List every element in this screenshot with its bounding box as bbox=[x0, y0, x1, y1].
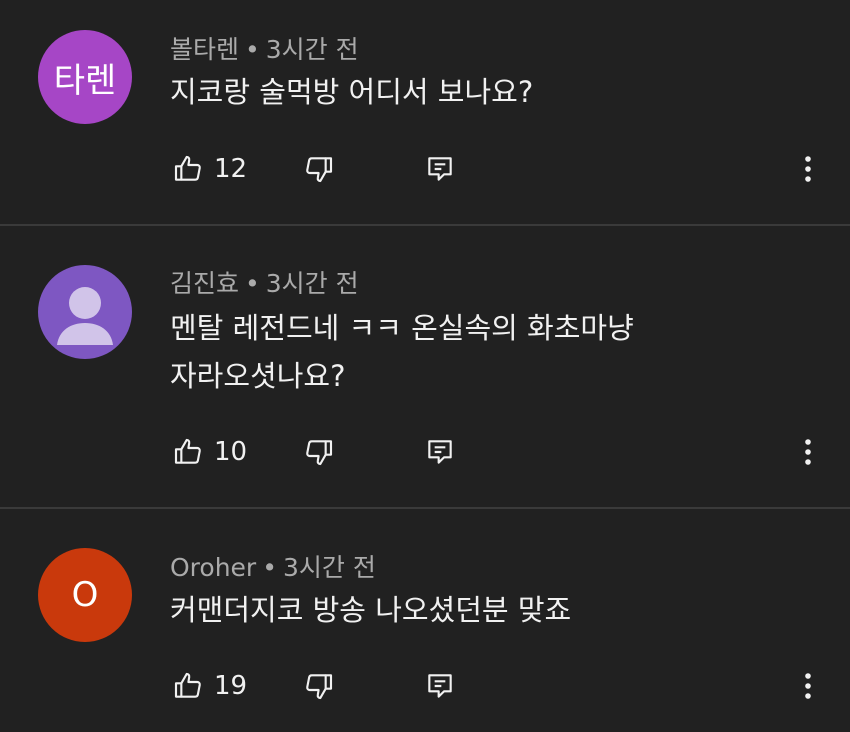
default-user-icon bbox=[38, 265, 132, 359]
separator-dot: • bbox=[245, 35, 260, 64]
comment-meta: Oroher • 3시간 전 bbox=[170, 548, 376, 584]
comment-line: 멘탈 레전드네 ㅋㅋ 온실속의 화초마냥 bbox=[170, 311, 634, 345]
author-name[interactable]: 김진효 bbox=[170, 269, 239, 298]
comment-actions: 12 bbox=[0, 149, 850, 189]
reply-button[interactable] bbox=[424, 666, 456, 706]
reply-button[interactable] bbox=[424, 432, 456, 472]
reply-icon bbox=[424, 436, 456, 468]
like-count: 12 bbox=[214, 154, 248, 184]
comment-actions: 10 bbox=[0, 432, 850, 472]
like-button[interactable]: 12 bbox=[172, 149, 247, 189]
avatar-initials: 타렌 bbox=[53, 60, 117, 101]
reply-button[interactable] bbox=[424, 149, 456, 189]
timestamp: 3시간 전 bbox=[265, 269, 359, 298]
separator-dot: • bbox=[262, 553, 277, 582]
author-name[interactable]: Oroher bbox=[170, 553, 256, 582]
thumbs-up-icon bbox=[172, 670, 204, 702]
avatar[interactable]: O bbox=[38, 548, 132, 642]
comment-text: 지코랑 술먹방 어디서 보나요? bbox=[170, 68, 533, 116]
comment-text: 멘탈 레전드네 ㅋㅋ 온실속의 화초마냥 자라오셧나요? bbox=[170, 304, 634, 400]
like-button[interactable]: 19 bbox=[172, 666, 247, 706]
timestamp: 3시간 전 bbox=[265, 35, 359, 64]
reply-icon bbox=[424, 670, 456, 702]
thumbs-down-icon bbox=[303, 670, 335, 702]
avatar[interactable]: 타렌 bbox=[38, 30, 132, 124]
like-count: 10 bbox=[214, 437, 248, 467]
comment-divider bbox=[0, 507, 850, 509]
comment-actions: 19 bbox=[0, 666, 850, 706]
dislike-button[interactable] bbox=[303, 149, 335, 189]
like-count: 19 bbox=[214, 671, 248, 701]
more-button[interactable] bbox=[798, 432, 818, 472]
separator-dot: • bbox=[245, 269, 260, 298]
more-button[interactable] bbox=[798, 149, 818, 189]
comment-line: 자라오셧나요? bbox=[170, 359, 346, 393]
author-name[interactable]: 볼타렌 bbox=[170, 35, 239, 64]
timestamp: 3시간 전 bbox=[282, 553, 376, 582]
thumbs-up-icon bbox=[172, 436, 204, 468]
comment-divider bbox=[0, 224, 850, 226]
more-button[interactable] bbox=[798, 666, 818, 706]
more-vertical-icon bbox=[798, 436, 818, 468]
comment-line: 지코랑 술먹방 어디서 보나요? bbox=[170, 75, 534, 109]
comment-meta: 김진효 • 3시간 전 bbox=[170, 264, 359, 300]
more-vertical-icon bbox=[798, 670, 818, 702]
comment-meta: 볼타렌 • 3시간 전 bbox=[170, 30, 359, 66]
thumbs-up-icon bbox=[172, 153, 204, 185]
thumbs-down-icon bbox=[303, 153, 335, 185]
dislike-button[interactable] bbox=[303, 432, 335, 472]
like-button[interactable]: 10 bbox=[172, 432, 247, 472]
avatar[interactable] bbox=[38, 265, 132, 359]
comment-line: 커맨더지코 방송 나오셨던분 맞죠 bbox=[170, 593, 572, 627]
thumbs-down-icon bbox=[303, 436, 335, 468]
comment-text: 커맨더지코 방송 나오셨던분 맞죠 bbox=[170, 586, 571, 634]
dislike-button[interactable] bbox=[303, 666, 335, 706]
avatar-initials: O bbox=[71, 575, 99, 615]
more-vertical-icon bbox=[798, 153, 818, 185]
reply-icon bbox=[424, 153, 456, 185]
